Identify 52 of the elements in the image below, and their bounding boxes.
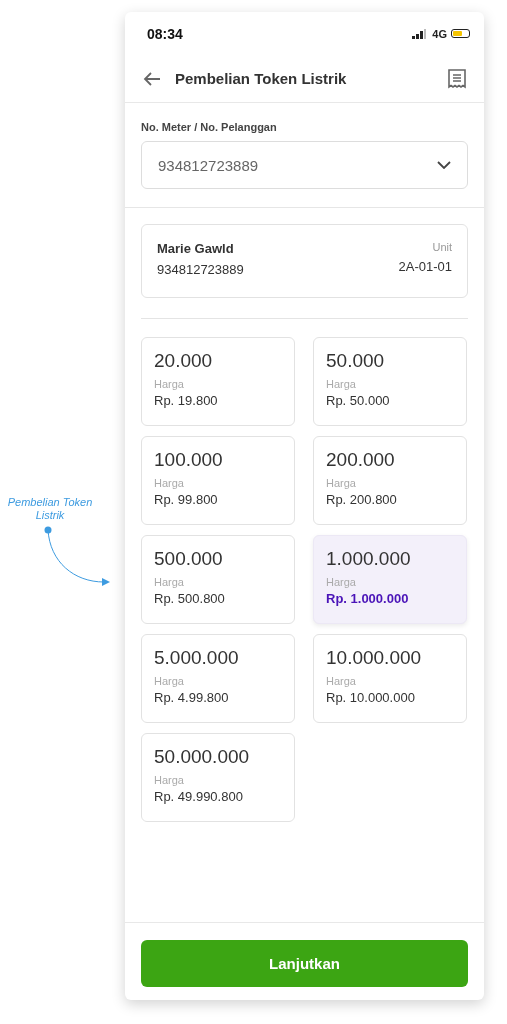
price-value: Rp. 19.800 [154, 393, 219, 408]
status-time: 08:34 [147, 25, 183, 42]
price-label: Harga [326, 477, 357, 489]
token-amount: 500.000 [154, 548, 224, 570]
price-value: Rp. 500.800 [154, 591, 226, 606]
token-amount: 200.000 [326, 449, 396, 471]
price-label: Harga [154, 576, 185, 588]
unit-label: Unit [432, 241, 452, 253]
price-label: Harga [154, 774, 185, 786]
token-amount: 5.000.000 [154, 647, 240, 669]
network-label: 4G [432, 27, 447, 40]
token-amount: 50.000 [326, 350, 386, 372]
token-amount: 20.000 [154, 350, 214, 372]
price-value: Rp. 200.800 [326, 492, 398, 507]
price-label: Harga [154, 378, 185, 390]
price-label: Harga [326, 576, 357, 588]
price-value: Rp. 1.000.000 [326, 591, 410, 606]
token-option[interactable]: 10.000.000 Harga Rp. 10.000.000 [313, 634, 467, 723]
token-amount: 10.000.000 [326, 647, 423, 669]
price-value: Rp. 50.000 [326, 393, 391, 408]
back-arrow-icon[interactable] [143, 71, 161, 86]
page-title: Pembelian Token Listrik [175, 70, 348, 87]
token-amount: 1.000.000 [326, 548, 412, 570]
signal-icon [412, 28, 429, 39]
chevron-down-icon [437, 161, 451, 169]
annotation-text: Pembelian Token Listrik [6, 496, 94, 522]
price-label: Harga [154, 477, 185, 489]
token-amount: 100.000 [154, 449, 224, 471]
price-value: Rp. 4.99.800 [154, 690, 230, 705]
price-value: Rp. 99.800 [154, 492, 219, 507]
customer-number: 934812723889 [157, 262, 244, 277]
price-value: Rp. 49.990.800 [154, 789, 244, 804]
token-option[interactable]: 50.000.000 Harga Rp. 49.990.800 [141, 733, 295, 822]
token-option[interactable]: 5.000.000 Harga Rp. 4.99.800 [141, 634, 295, 723]
token-option[interactable]: 50.000 Harga Rp. 50.000 [313, 337, 467, 426]
meter-number-dropdown[interactable]: 934812723889 [141, 141, 468, 189]
token-option[interactable]: 100.000 Harga Rp. 99.800 [141, 436, 295, 525]
price-label: Harga [326, 378, 357, 390]
unit-value: 2A-01-01 [398, 259, 452, 274]
battery-icon [451, 29, 470, 38]
annotation-arrow [44, 526, 112, 588]
price-label: Harga [154, 675, 185, 687]
customer-name: Marie Gawld [157, 241, 235, 256]
field-label: No. Meter / No. Pelanggan [141, 121, 278, 133]
price-label: Harga [326, 675, 357, 687]
token-option[interactable]: 500.000 Harga Rp. 500.800 [141, 535, 295, 624]
token-option[interactable]: 1.000.000 Harga Rp. 1.000.000 [313, 535, 467, 624]
token-option[interactable]: 200.000 Harga Rp. 200.800 [313, 436, 467, 525]
price-value: Rp. 10.000.000 [326, 690, 416, 705]
receipt-icon[interactable] [448, 68, 466, 89]
token-option[interactable]: 20.000 Harga Rp. 19.800 [141, 337, 295, 426]
token-amount: 50.000.000 [154, 746, 251, 768]
